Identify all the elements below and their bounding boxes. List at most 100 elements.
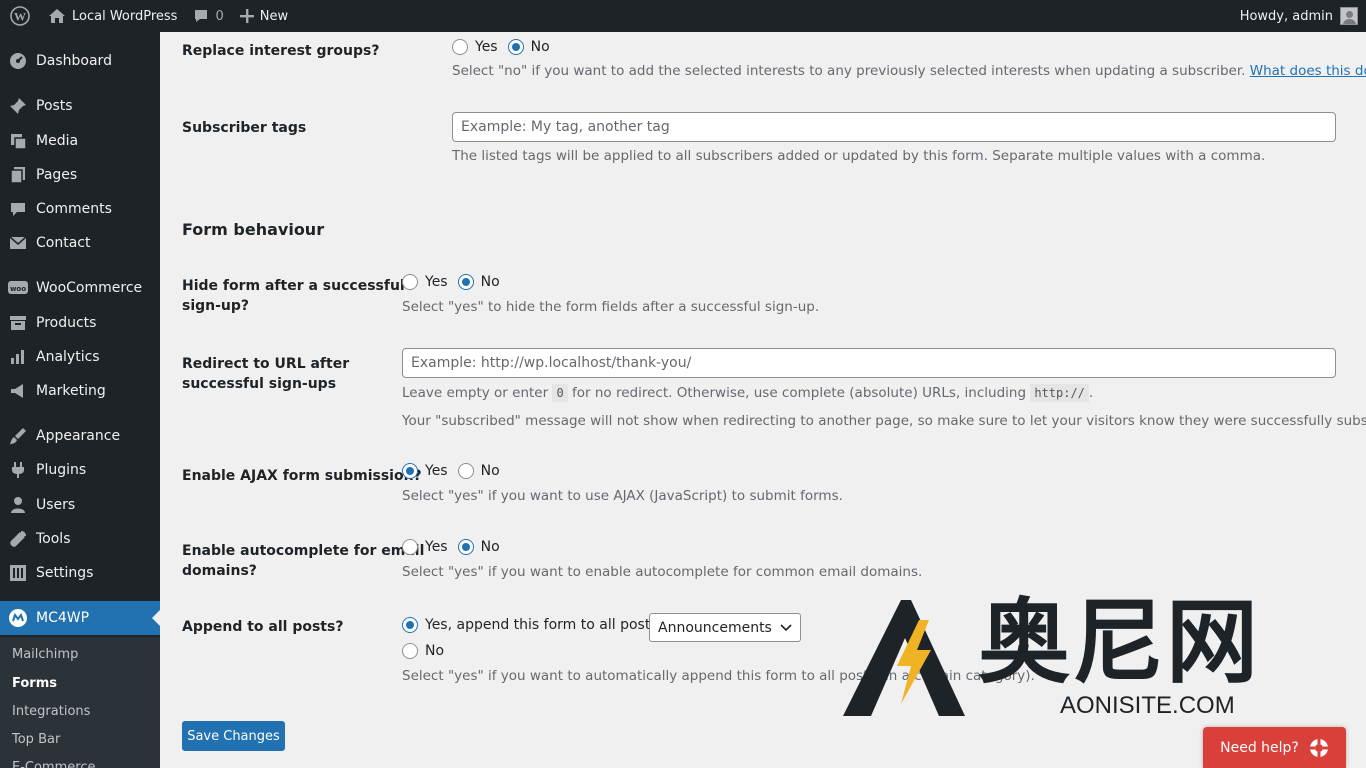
radio-label[interactable]: Yes xyxy=(475,39,498,55)
sidebar-item-products[interactable]: Products xyxy=(0,306,160,340)
submenu-top-bar[interactable]: Top Bar xyxy=(12,732,60,747)
sidebar-item-plugins[interactable]: Plugins xyxy=(0,453,160,487)
label-line: domains? xyxy=(182,563,257,579)
sidebar-item-label: Tools xyxy=(36,531,71,547)
sidebar-item-label: Marketing xyxy=(36,383,106,399)
sidebar-item-label: Dashboard xyxy=(36,53,112,69)
code-zero: 0 xyxy=(552,384,568,402)
users-icon xyxy=(0,496,36,514)
radio-label[interactable]: Yes, append this form to all posts in xyxy=(425,617,675,633)
append-no-radio[interactable] xyxy=(402,643,418,659)
replace-interest-description: Select "no" if you want to add the selec… xyxy=(452,63,1366,79)
sidebar-item-woocommerce[interactable]: woo WooCommerce xyxy=(0,271,160,305)
append-no-group: No xyxy=(402,643,454,659)
sidebar-item-settings[interactable]: Settings xyxy=(0,556,160,590)
label-line: Enable autocomplete for email xyxy=(182,543,425,559)
sidebar-item-pages[interactable]: Pages xyxy=(0,158,160,192)
dashboard-icon xyxy=(0,52,36,70)
autocomplete-yes-radio[interactable] xyxy=(402,539,418,555)
woo-icon: woo xyxy=(0,280,36,296)
submenu-mailchimp[interactable]: Mailchimp xyxy=(12,647,78,662)
home-icon xyxy=(48,8,66,24)
sidebar-item-analytics[interactable]: Analytics xyxy=(0,340,160,374)
site-name: Local WordPress xyxy=(72,8,178,24)
watermark-brand: 奥尼网 xyxy=(978,589,1261,696)
save-changes-button[interactable]: Save Changes xyxy=(182,721,285,751)
radio-label[interactable]: No xyxy=(481,274,500,290)
code-http: http:// xyxy=(1030,384,1089,402)
site-name-link[interactable]: Local WordPress xyxy=(40,0,185,32)
submenu-ecommerce[interactable]: E-Commerce xyxy=(12,760,95,768)
hide-form-no-radio[interactable] xyxy=(457,274,474,290)
sidebar-item-label: Plugins xyxy=(36,462,87,478)
hide-form-label: Hide form after a successful sign-up? xyxy=(182,276,405,316)
sidebar-item-posts[interactable]: Posts xyxy=(0,89,160,123)
sidebar-item-contact[interactable]: Contact xyxy=(0,226,160,260)
svg-text:woo: woo xyxy=(10,285,26,293)
redirect-url-input[interactable] xyxy=(402,348,1336,378)
replace-interest-yes-radio[interactable] xyxy=(452,39,468,55)
comments-link[interactable]: 0 xyxy=(185,0,231,32)
ajax-radios: Yes No xyxy=(402,463,510,479)
watermark-domain: AONISITE.COM xyxy=(1060,692,1235,719)
replace-interest-radios: Yes No xyxy=(452,39,560,55)
sidebar-item-users[interactable]: Users xyxy=(0,488,160,522)
radio-label[interactable]: No xyxy=(531,39,550,55)
append-category-select[interactable]: Announcements xyxy=(649,613,801,642)
new-content-link[interactable]: New xyxy=(232,0,296,32)
sidebar-item-mc4wp[interactable]: MC4WP xyxy=(0,601,160,635)
radio-label[interactable]: No xyxy=(425,643,444,659)
redirect-description-1: Leave empty or enter 0 for no redirect. … xyxy=(402,384,1094,402)
avatar[interactable] xyxy=(1340,7,1358,25)
radio-label[interactable]: Yes xyxy=(425,463,448,479)
ajax-yes-radio[interactable] xyxy=(402,463,418,479)
radio-label[interactable]: No xyxy=(481,463,500,479)
submenu-integrations[interactable]: Integrations xyxy=(12,704,90,719)
sidebar-item-dashboard[interactable]: Dashboard xyxy=(0,44,160,78)
description-text: for no redirect. Otherwise, use complete… xyxy=(572,385,1027,401)
subscriber-tags-description: The listed tags will be applied to all s… xyxy=(452,148,1266,164)
pin-icon xyxy=(0,97,36,115)
need-help-button[interactable]: Need help? xyxy=(1203,727,1346,768)
sidebar-item-label: Users xyxy=(36,497,76,513)
radio-label[interactable]: Yes xyxy=(425,274,448,290)
autocomplete-description: Select "yes" if you want to enable autoc… xyxy=(402,564,923,580)
lifebuoy-icon xyxy=(1309,738,1329,758)
mc4wp-submenu: Mailchimp Forms Integrations Top Bar E-C… xyxy=(0,637,160,768)
replace-interest-no-radio[interactable] xyxy=(507,39,524,55)
redirect-label: Redirect to URL after successful sign-up… xyxy=(182,354,349,394)
submenu-forms[interactable]: Forms xyxy=(12,676,57,691)
sidebar-item-marketing[interactable]: Marketing xyxy=(0,374,160,408)
subscriber-tags-label: Subscriber tags xyxy=(182,120,307,136)
bar-chart-icon xyxy=(0,348,36,366)
autocomplete-no-radio[interactable] xyxy=(457,539,474,555)
what-does-this-do-link[interactable]: What does this do? xyxy=(1250,63,1366,79)
help-label: Need help? xyxy=(1220,739,1299,756)
label-line: successful sign-ups xyxy=(182,376,337,392)
replace-interest-label: Replace interest groups? xyxy=(182,43,380,59)
envelope-icon xyxy=(0,234,36,252)
sidebar-item-label: MC4WP xyxy=(36,610,90,626)
section-title: Form behaviour xyxy=(182,220,325,239)
description-text: . xyxy=(1088,385,1094,401)
sidebar-item-comments[interactable]: Comments xyxy=(0,192,160,226)
append-yes-radio[interactable] xyxy=(402,617,418,633)
sidebar-item-label: Products xyxy=(36,315,97,331)
subscriber-tags-input[interactable] xyxy=(452,112,1336,142)
radio-label[interactable]: No xyxy=(481,539,500,555)
wordpress-logo-icon[interactable]: W xyxy=(0,0,40,32)
radio-label[interactable]: Yes xyxy=(425,539,448,555)
redirect-description-2: Your "subscribed" message will not show … xyxy=(402,413,1366,429)
comment-icon xyxy=(0,200,36,218)
sidebar-item-label: Pages xyxy=(36,167,78,183)
admin-sidebar: Dashboard Posts Media Pages Comments Con… xyxy=(0,32,160,768)
sidebar-item-appearance[interactable]: Appearance xyxy=(0,419,160,453)
sidebar-item-media[interactable]: Media xyxy=(0,124,160,158)
append-label: Append to all posts? xyxy=(182,619,344,635)
sidebar-item-tools[interactable]: Tools xyxy=(0,522,160,556)
hide-form-yes-radio[interactable] xyxy=(402,274,418,290)
archive-icon xyxy=(0,314,36,332)
description-text: Select "no" if you want to add the selec… xyxy=(452,63,1246,79)
howdy-user[interactable]: Howdy, admin xyxy=(1240,9,1333,24)
ajax-no-radio[interactable] xyxy=(457,463,474,479)
